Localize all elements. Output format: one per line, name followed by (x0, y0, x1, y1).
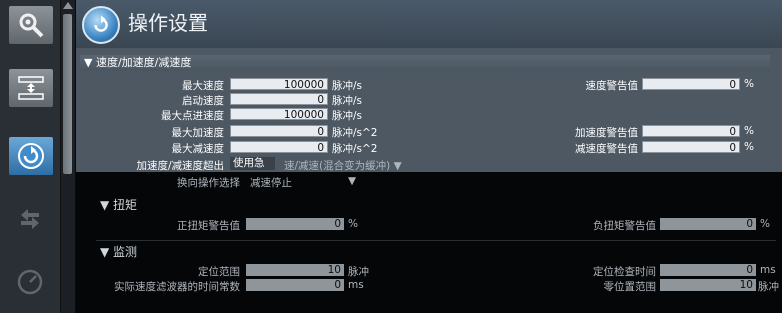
gear-search-icon (19, 13, 44, 38)
reverse-dropdown-chevron-icon[interactable]: ▼ (348, 175, 356, 187)
accel-overflow-dropdown[interactable]: 使用急 (230, 157, 275, 170)
accel-warning-label: 加速度警告值 (575, 127, 638, 139)
sidebar-scrollbar[interactable] (61, 0, 76, 313)
monitor-section-header[interactable]: ▼ 监测 (100, 243, 137, 260)
start-speed-input[interactable]: 0 (230, 93, 328, 106)
start-speed-unit: 脉冲/s (332, 95, 363, 107)
pos-check-time-input[interactable]: 0 (660, 264, 756, 276)
accel-warning-unit: % (744, 125, 754, 137)
reverse-operation-dropdown[interactable]: 减速停止 (250, 175, 292, 190)
pos-check-time-unit: ms (760, 264, 776, 276)
refresh-circle-icon (18, 143, 44, 169)
operation-settings-icon (82, 6, 120, 44)
max-speed-input[interactable]: 100000 (230, 78, 328, 91)
neg-torque-unit: % (760, 218, 770, 230)
decel-warning-label: 减速度警告值 (575, 143, 638, 155)
max-decel-label: 最大减速度 (171, 143, 225, 155)
pos-check-time-label: 定位检查时间 (593, 266, 656, 278)
scroll-thumb[interactable] (63, 14, 72, 174)
decel-warning-unit: % (744, 141, 754, 153)
pos-range-label: 定位范围 (198, 266, 240, 278)
pos-range-input[interactable]: 10 (246, 264, 344, 276)
neg-torque-input[interactable]: 0 (660, 218, 756, 230)
speed-filter-unit: ms (348, 279, 364, 291)
max-speed-label: 最大速度 (182, 80, 224, 92)
accel-overflow-tail: 速/减速(混合变为缓冲) ▼ (284, 160, 402, 172)
settings-search-button[interactable] (8, 5, 54, 45)
max-accel-input[interactable]: 0 (230, 125, 328, 138)
pos-torque-label: 正扭矩警告值 (177, 220, 240, 232)
neg-torque-label: 负扭矩警告值 (593, 220, 656, 232)
page-title: 操作设置 (128, 11, 208, 35)
speed-warning-label: 速度警告值 (585, 80, 639, 92)
pos-torque-unit: % (348, 218, 358, 230)
torque-section-header[interactable]: ▼ 扭矩 (100, 196, 137, 213)
accel-overflow-label: 加速度/减速度超出 (136, 160, 224, 172)
direction-button[interactable] (8, 200, 52, 238)
zero-range-unit: 脉冲 (758, 281, 779, 293)
max-accel-label: 最大加速度 (171, 127, 225, 139)
gauge-icon (17, 269, 43, 295)
max-decel-unit: 脉冲/s^2 (332, 143, 378, 155)
speed-section-header[interactable]: ▼ 速度/加速度/减速度 (80, 55, 770, 71)
accel-warning-input[interactable]: 0 (642, 125, 740, 138)
max-decel-input[interactable]: 0 (230, 141, 328, 154)
speed-warning-unit: % (744, 78, 754, 90)
page-header: 操作设置 (76, 0, 782, 49)
sidebar (0, 0, 61, 313)
reverse-operation-label: 换向操作选择 (177, 177, 240, 189)
section-divider (96, 240, 776, 241)
speed-filter-input[interactable]: 0 (246, 279, 344, 291)
ruler-arrows-icon (18, 76, 44, 100)
swap-arrows-icon (21, 209, 39, 229)
max-accel-unit: 脉冲/s^2 (332, 127, 378, 139)
monitor-button[interactable] (8, 262, 52, 300)
max-jog-speed-input[interactable]: 100000 (230, 108, 328, 121)
operation-settings-button[interactable] (8, 136, 54, 176)
decel-warning-input[interactable]: 0 (642, 141, 740, 154)
zero-range-label: 零位置范围 (603, 281, 657, 293)
pos-torque-input[interactable]: 0 (246, 218, 344, 230)
pos-range-unit: 脉冲 (348, 266, 369, 278)
max-jog-speed-unit: 脉冲/s (332, 110, 363, 122)
speed-filter-label: 实际速度滤波器的时间常数 (114, 281, 240, 293)
speed-warning-input[interactable]: 0 (642, 78, 740, 91)
zero-range-input[interactable]: 10 (660, 279, 756, 291)
max-jog-speed-label: 最大点进速度 (161, 110, 224, 122)
scroll-up-arrow[interactable] (63, 2, 73, 9)
axis-params-button[interactable] (8, 68, 54, 108)
max-speed-unit: 脉冲/s (332, 80, 363, 92)
start-speed-label: 启动速度 (182, 95, 224, 107)
